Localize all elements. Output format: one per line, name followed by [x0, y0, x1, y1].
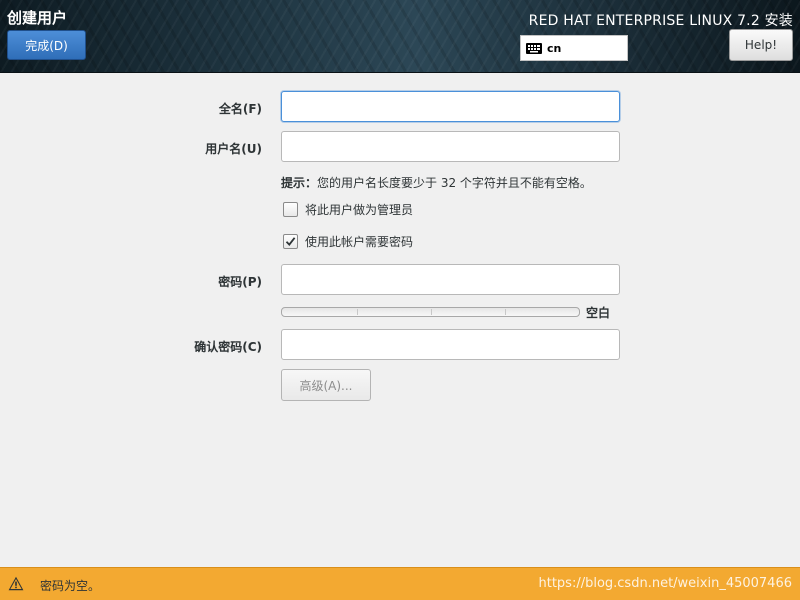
- header-bar: 创建用户 完成(D) RED HAT ENTERPRISE LINUX 7.2 …: [0, 0, 800, 73]
- require-password-checkbox-row[interactable]: 使用此帐户需要密码: [283, 233, 413, 249]
- username-label: 用户名(U): [205, 142, 262, 156]
- help-button[interactable]: Help!: [729, 29, 793, 61]
- fullname-input[interactable]: [281, 91, 620, 122]
- fullname-label: 全名(F): [218, 102, 262, 116]
- strength-segment-divider: [431, 309, 432, 315]
- status-message: 密码为空。: [40, 579, 101, 593]
- advanced-button[interactable]: 高级(A)...: [281, 369, 371, 401]
- status-bar[interactable]: 密码为空。 https://blog.csdn.net/weixin_45007…: [0, 567, 800, 600]
- admin-checkbox-row[interactable]: 将此用户做为管理员: [283, 201, 413, 217]
- keyboard-icon: [526, 42, 542, 54]
- hint-text: 您的用户名长度要少于 32 个字符并且不能有空格。: [317, 176, 592, 190]
- admin-checkbox-label[interactable]: 将此用户做为管理员: [305, 201, 413, 218]
- done-button[interactable]: 完成(D): [7, 30, 86, 60]
- username-input[interactable]: [281, 131, 620, 162]
- username-hint: 提示：您的用户名长度要少于 32 个字符并且不能有空格。: [281, 174, 592, 191]
- password-strength-text: 空白: [586, 306, 611, 320]
- page-title: 创建用户: [7, 9, 68, 27]
- confirm-password-label: 确认密码(C): [194, 340, 262, 354]
- strength-segment-divider: [505, 309, 506, 315]
- require-password-checkbox-label[interactable]: 使用此帐户需要密码: [305, 233, 413, 250]
- strength-segment-divider: [357, 309, 358, 315]
- hint-prefix: 提示：: [281, 176, 318, 190]
- password-label: 密码(P): [218, 275, 262, 289]
- password-strength-bar: [281, 307, 580, 317]
- checkmark-icon: [285, 236, 296, 246]
- password-input[interactable]: [281, 264, 620, 295]
- admin-checkbox[interactable]: [283, 201, 298, 217]
- require-password-checkbox[interactable]: [283, 233, 298, 249]
- confirm-password-input[interactable]: [281, 329, 620, 360]
- product-title: RED HAT ENTERPRISE LINUX 7.2 安装: [528, 13, 793, 29]
- watermark: https://blog.csdn.net/weixin_45007466: [538, 576, 792, 591]
- keyboard-layout-indicator[interactable]: cn: [520, 35, 628, 61]
- keyboard-layout-label: cn: [547, 41, 562, 55]
- warning-icon: [8, 576, 24, 591]
